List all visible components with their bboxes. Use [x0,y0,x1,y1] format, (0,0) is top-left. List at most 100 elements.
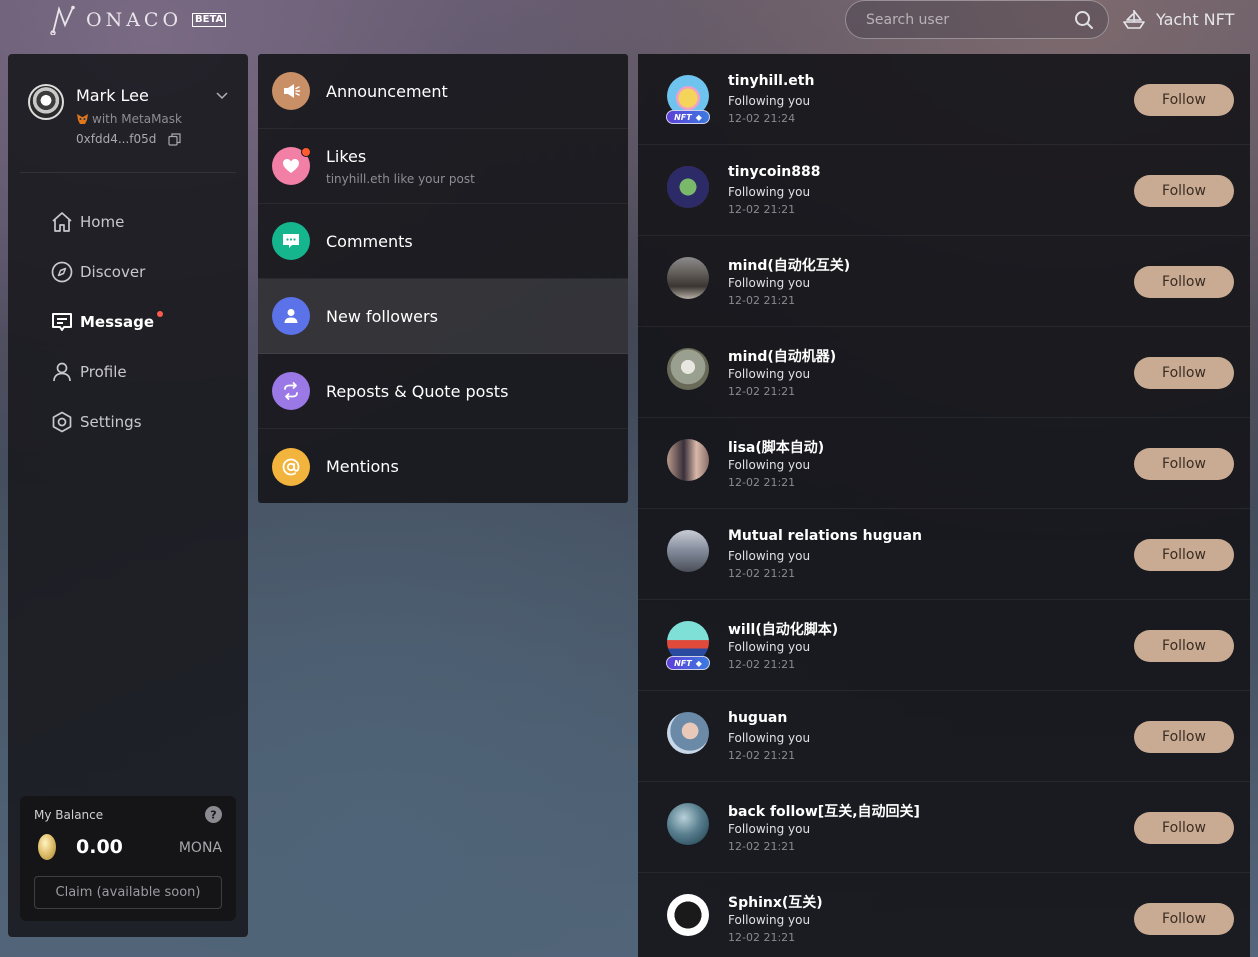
avatar[interactable] [667,166,709,208]
follower-time: 12-02 21:21 [728,749,796,762]
user-icon [284,309,298,323]
compass-icon [51,261,73,283]
follower-status: Following you [728,731,811,745]
help-icon[interactable]: ? [205,806,222,823]
follow-button[interactable]: Follow [1134,357,1234,389]
search-bar [845,0,1109,39]
nft-label: NFT [674,112,692,122]
follower-name[interactable]: lisa(脚本自动) [728,437,824,457]
search-input[interactable] [866,11,1074,28]
avatar[interactable] [667,348,709,390]
claim-button[interactable]: Claim (available soon) [34,876,222,909]
nav-label-profile: Profile [80,363,127,381]
monaco-logo[interactable]: ONACO BETA [50,4,227,36]
category-reposts[interactable]: Reposts & Quote posts [258,354,628,429]
follower-name[interactable]: Sphinx(互关) [728,892,823,912]
megaphone-icon [284,84,301,98]
follow-button[interactable]: Follow [1134,903,1234,935]
avatar[interactable] [28,84,64,120]
yacht-icon [1123,10,1145,29]
nav-item-profile[interactable]: Profile [50,347,163,397]
wallet-info: with MetaMask [76,112,182,126]
follow-button[interactable]: Follow [1134,812,1234,844]
nav-item-settings[interactable]: Settings [50,397,163,447]
sidebar: Mark Lee with MetaMask 0xfdd4...f05d Hom… [8,54,248,937]
follower-status: Following you [728,913,811,927]
diamond-icon: ◆ [695,112,702,122]
follow-button[interactable]: Follow [1134,175,1234,207]
follow-button[interactable]: Follow [1134,448,1234,480]
nav-item-message[interactable]: Message [50,297,163,347]
follower-name[interactable]: back follow[互关,自动回关] [728,801,920,821]
follower-name[interactable]: huguan [728,710,787,726]
avatar[interactable] [667,894,709,936]
follower-name[interactable]: will(自动化脚本) [728,619,838,639]
nav-label-message: Message [80,313,154,331]
nav-item-discover[interactable]: Discover [50,247,163,297]
list-item: huguan Following you 12-02 21:21 Follow [638,691,1250,782]
likes-icon-badge [272,147,311,185]
avatar[interactable] [667,803,709,845]
logo-text: ONACO [86,9,183,31]
category-title: Announcement [326,81,448,101]
follower-time: 12-02 21:21 [728,840,796,853]
follow-button[interactable]: Follow [1134,721,1234,753]
nav-label-discover: Discover [80,263,146,281]
list-item: NFT ◆ tinyhill.eth Following you 12-02 21… [638,54,1250,145]
wallet-address: 0xfdd4...f05d [76,132,181,146]
category-announcement[interactable]: Announcement [258,54,628,129]
avatar[interactable] [667,439,709,481]
follower-name[interactable]: tinycoin888 [728,164,821,180]
mentions-icon-badge [272,447,310,486]
category-subtitle: tinyhill.eth like your post [326,171,475,186]
avatar[interactable] [667,257,709,299]
follower-time: 12-02 21:24 [728,112,796,125]
follower-status: Following you [728,367,811,381]
follower-time: 12-02 21:21 [728,476,796,489]
list-item: Sphinx(互关) Following you 12-02 21:21 Fol… [638,873,1250,957]
list-item: Mutual relations huguan Following you 12… [638,509,1250,600]
announcement-icon-badge [272,72,310,110]
yacht-nft-label: Yacht NFT [1156,9,1235,29]
comments-icon-badge [272,222,310,260]
wallet-label: with MetaMask [92,112,182,126]
chevron-down-icon[interactable] [216,92,228,100]
follower-name[interactable]: mind(自动机器) [728,346,836,366]
category-title: Comments [326,231,413,251]
balance-card: My Balance ? 0.00 MONA Claim (available … [20,796,236,921]
yacht-nft-link[interactable]: Yacht NFT [1122,8,1234,30]
category-mentions[interactable]: Mentions [258,429,628,503]
copy-icon[interactable] [168,132,181,146]
person-icon [53,362,71,382]
search-icon[interactable] [1074,10,1094,30]
list-item: mind(自动机器) Following you 12-02 21:21 Fol… [638,327,1250,418]
category-title: Mentions [326,457,399,476]
follower-name[interactable]: mind(自动化互关) [728,255,850,275]
follower-time: 12-02 21:21 [728,658,796,671]
address-text: 0xfdd4...f05d [76,132,157,146]
category-likes[interactable]: Likes tinyhill.eth like your post [258,129,628,204]
list-item: NFT ◆ will(自动化脚本) Following you 12-02 21:… [638,600,1250,691]
category-comments[interactable]: Comments [258,204,628,279]
list-item: back follow[互关,自动回关] Following you 12-02… [638,782,1250,873]
avatar[interactable] [667,530,709,572]
follower-name[interactable]: tinyhill.eth [728,73,814,89]
svg-text:?: ? [210,809,216,822]
follow-button[interactable]: Follow [1134,539,1234,571]
follow-button[interactable]: Follow [1134,266,1234,298]
follower-status: Following you [728,822,811,836]
follower-time: 12-02 21:21 [728,385,796,398]
category-new-followers[interactable]: New followers [258,279,628,354]
follower-name[interactable]: Mutual relations huguan [728,528,922,544]
repost-icon [284,382,298,400]
nav-item-home[interactable]: Home [50,197,163,247]
sidebar-divider [20,172,236,173]
nft-badge: NFT ◆ [666,656,710,670]
avatar[interactable] [667,712,709,754]
follow-button[interactable]: Follow [1134,630,1234,662]
follower-status: Following you [728,185,811,199]
balance-label: My Balance [34,808,104,822]
notification-dot [301,147,311,157]
follower-time: 12-02 21:21 [728,931,796,944]
follow-button[interactable]: Follow [1134,84,1234,116]
